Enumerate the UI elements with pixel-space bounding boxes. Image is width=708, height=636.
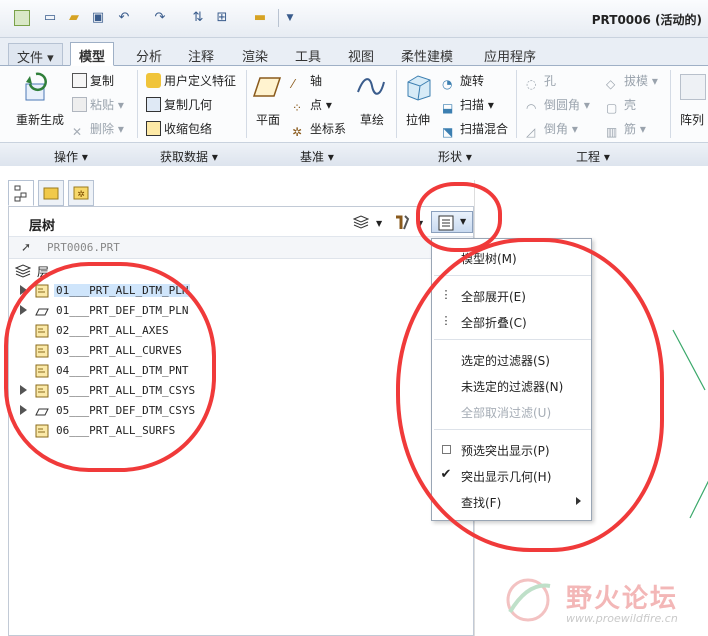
regenerate-large-icon[interactable] — [22, 70, 56, 104]
part-path: PRT0006.PRT — [47, 241, 120, 254]
close-window-icon[interactable]: ▬ — [252, 10, 268, 26]
udf-icon — [146, 73, 161, 88]
delete-button[interactable]: ✕ 删除 ▾ — [72, 120, 124, 140]
rib-icon: ▥ — [606, 125, 618, 139]
plane-button[interactable]: 平面 — [256, 111, 280, 128]
paste-icon — [72, 97, 87, 112]
regenerate-button[interactable]: 重新生成 — [16, 111, 64, 128]
svg-text:✲: ✲ — [77, 190, 85, 200]
group-get-data[interactable]: 获取数据 ▾ — [160, 148, 218, 165]
csys-button[interactable]: ✲ 坐标系 — [292, 120, 346, 140]
ribbon-tab-bar: 文件 ▾ 模型 分析 注释 渲染 工具 视图 柔性建模 应用程序 — [0, 38, 708, 66]
delete-icon: ✕ — [72, 125, 83, 139]
shell-icon: ▢ — [606, 101, 618, 115]
swept-blend-button[interactable]: ⬔ 扫描混合 — [442, 120, 508, 140]
tab-view[interactable]: 视图 — [340, 43, 382, 65]
hole-button[interactable]: ◌ 孔 — [526, 72, 556, 92]
layers-dropdown-icon[interactable]: ▼ — [376, 219, 382, 228]
sketch-large-icon[interactable] — [356, 74, 386, 100]
quick-access-toolbar: ▭ ▰ ▣ ↶ ↷ ⇅ ⊞ ▬ ▼ PRT0006 (活动的) — [0, 0, 708, 38]
shrinkwrap-icon — [146, 121, 161, 136]
annotation-circle-tree — [4, 262, 216, 472]
tab-model[interactable]: 模型 — [70, 42, 115, 66]
open-folder-icon[interactable]: ▰ — [66, 10, 82, 26]
tab-model-tree[interactable] — [8, 180, 34, 206]
group-operations[interactable]: 操作 ▾ — [54, 148, 88, 165]
window-icon[interactable]: ⊞ — [214, 10, 230, 26]
save-icon[interactable]: ▣ — [90, 10, 106, 26]
draft-button[interactable]: ◇ 拔模 ▾ — [606, 72, 658, 92]
revolve-button[interactable]: ◔ 旋转 — [442, 72, 484, 92]
undo-icon[interactable]: ↶ — [116, 10, 132, 26]
watermark-logo-icon — [506, 578, 551, 622]
copy-button[interactable]: 复制 — [72, 72, 114, 89]
tab-favorites[interactable]: ✲ — [68, 180, 94, 206]
ribbon-group-bar: 操作 ▾ 获取数据 ▾ 基准 ▾ 形状 ▾ 工程 ▾ — [0, 142, 708, 166]
tab-render[interactable]: 渲染 — [234, 43, 276, 65]
shrinkwrap-button[interactable]: 收缩包络 — [146, 120, 212, 137]
tab-file[interactable]: 文件 ▾ — [8, 43, 63, 66]
panel-title: 层树 — [29, 219, 56, 234]
select-arrow-icon[interactable]: ➚ — [21, 240, 31, 254]
layers-root-icon — [15, 264, 31, 278]
csys-icon: ✲ — [292, 125, 303, 139]
redo-icon[interactable]: ↷ — [152, 10, 168, 26]
customize-dropdown-icon[interactable]: ▼ — [282, 10, 298, 26]
rib-button[interactable]: ▥ 筋 ▾ — [606, 120, 646, 140]
chamfer-button[interactable]: ◿ 倒角 ▾ — [526, 120, 578, 140]
folder-browser-icon — [43, 187, 59, 200]
copy-geometry-icon — [146, 97, 161, 112]
tab-tools[interactable]: 工具 — [287, 43, 329, 65]
layers-icon[interactable] — [352, 215, 370, 229]
tab-folder-browser[interactable] — [38, 180, 64, 206]
new-file-icon[interactable]: ▭ — [42, 10, 58, 26]
round-button[interactable]: ◠ 倒圆角 ▾ — [526, 96, 590, 116]
ribbon-panel: 重新生成 复制 粘贴 ▾ ✕ 删除 ▾ 用户定义特征 复制几何 收缩包络 平面 ⁄… — [0, 66, 708, 166]
app-logo-icon — [14, 10, 30, 26]
watermark-name: 野火论坛 — [566, 584, 679, 614]
extrude-button[interactable]: 拉伸 — [406, 111, 430, 128]
tab-applications[interactable]: 应用程序 — [476, 43, 544, 65]
sweep-button[interactable]: ⬓ 扫描 ▾ — [442, 96, 494, 116]
model-tree-icon — [14, 185, 27, 202]
copy-icon — [72, 73, 87, 88]
sketch-button[interactable]: 草绘 — [360, 111, 384, 128]
copy-geometry-button[interactable]: 复制几何 — [146, 96, 212, 113]
tab-flexible-modeling[interactable]: 柔性建模 — [393, 43, 461, 65]
group-datum[interactable]: 基准 ▾ — [300, 148, 334, 165]
group-engineering[interactable]: 工程 ▾ — [576, 148, 610, 165]
udf-button[interactable]: 用户定义特征 — [146, 72, 236, 89]
pattern-button[interactable]: 阵列 — [680, 111, 704, 128]
point-button[interactable]: ⁘ 点 ▾ — [292, 96, 332, 116]
paste-button[interactable]: 粘贴 ▾ — [72, 96, 124, 113]
path-bar: ➚ PRT0006.PRT — [9, 237, 473, 259]
hole-icon: ◌ — [526, 77, 537, 91]
axis-icon: ⁄ — [292, 77, 295, 91]
favorites-icon: ✲ — [73, 186, 89, 200]
draft-icon: ◇ — [606, 77, 616, 91]
point-icon: ⁘ — [292, 101, 303, 115]
tab-annotate[interactable]: 注释 — [180, 43, 222, 65]
axis-button[interactable]: ⁄ 轴 — [292, 72, 322, 92]
revolve-icon: ◔ — [442, 77, 453, 91]
annotation-circle-menu — [396, 238, 664, 552]
panel-header: 层树 ▼ ▼ ▼ — [9, 207, 473, 237]
group-shapes[interactable]: 形状 ▾ — [438, 148, 472, 165]
swept-blend-icon: ⬔ — [442, 125, 454, 139]
watermark-url: www.proewildfire.cn — [566, 612, 678, 625]
window-title: PRT0006 (活动的) — [591, 13, 702, 27]
chamfer-icon: ◿ — [526, 125, 536, 139]
plane-large-icon[interactable] — [252, 74, 282, 100]
sweep-icon: ⬓ — [442, 101, 454, 115]
settings-tools-icon[interactable] — [393, 213, 411, 231]
regenerate-icon[interactable]: ⇅ — [190, 10, 206, 26]
tab-analysis[interactable]: 分析 — [128, 43, 170, 65]
annotation-circle-button — [416, 182, 502, 252]
extrude-large-icon[interactable] — [404, 72, 434, 102]
shell-button[interactable]: ▢ 壳 — [606, 96, 636, 116]
pattern-large-icon[interactable] — [680, 74, 706, 100]
round-icon: ◠ — [526, 101, 537, 115]
